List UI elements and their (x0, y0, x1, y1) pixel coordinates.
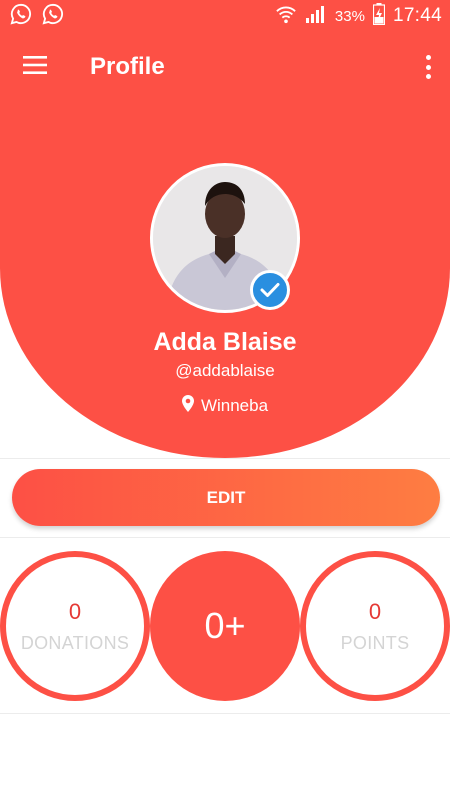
points-count: 0 (368, 598, 382, 624)
whatsapp-icon (10, 3, 32, 30)
more-vertical-dot (425, 64, 431, 70)
wifi-icon (275, 4, 297, 28)
divider (0, 537, 450, 538)
profile-avatar-container[interactable] (150, 163, 300, 313)
battery-percent: 33% (334, 7, 365, 25)
page-title: Profile (90, 53, 165, 80)
clock-time: 17:44 (392, 5, 442, 26)
more-vertical-icon (425, 55, 431, 60)
signal-icon (305, 4, 327, 28)
hamburger-menu-icon (23, 55, 47, 79)
profile-handle: @addablaise (175, 361, 275, 380)
donations-count: 0 (68, 598, 82, 624)
location-label: Winneba (200, 396, 269, 415)
menu-button[interactable] (0, 38, 70, 96)
verified-check-icon (250, 270, 290, 310)
app-bar: Profile (0, 38, 450, 96)
divider (0, 713, 450, 714)
points-label: POINTS (340, 632, 410, 653)
status-bar: 33% 17:44 (0, 0, 450, 32)
center-stat-badge[interactable]: 0+ (150, 551, 300, 701)
profile-name: Adda Blaise (153, 328, 297, 356)
more-options-button[interactable] (420, 52, 436, 82)
location-pin-icon (181, 395, 194, 417)
more-vertical-dot (425, 74, 431, 79)
donations-stat[interactable]: 0 DONATIONS (0, 551, 150, 701)
battery-charging-icon (372, 3, 386, 29)
whatsapp-icon (42, 3, 64, 30)
edit-profile-button[interactable]: EDIT (12, 469, 440, 526)
divider (0, 458, 450, 459)
points-stat[interactable]: 0 POINTS (300, 551, 450, 701)
donations-label: DONATIONS (20, 632, 130, 653)
profile-location: Winneba (0, 395, 450, 417)
